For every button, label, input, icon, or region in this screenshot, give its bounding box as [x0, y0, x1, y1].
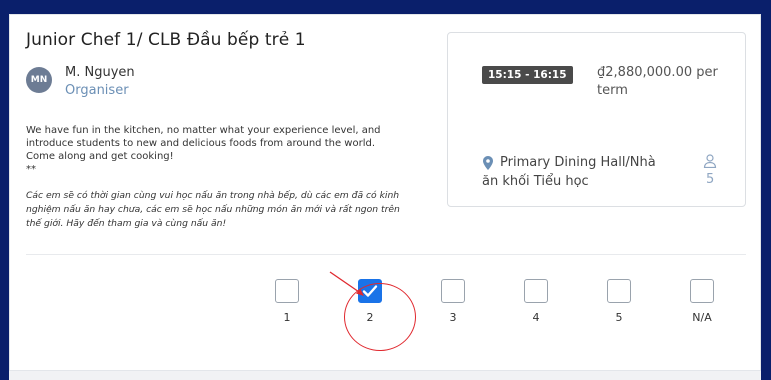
capacity-count: 5 — [706, 172, 715, 187]
avatar: MN — [26, 67, 52, 93]
choice-checkbox[interactable] — [441, 279, 465, 303]
activity-info-box: 15:15 - 16:15 ₫2,880,000.00 per term Pri… — [447, 32, 746, 207]
activity-card: Junior Chef 1/ CLB Đầu bếp trẻ 1 MN M. N… — [9, 14, 761, 371]
organiser-name: M. Nguyen — [65, 65, 135, 80]
choice-label: 2 — [366, 311, 374, 324]
description-vi-line: nghiệm nấu ăn hay chưa, các em sẽ học nấ… — [26, 204, 400, 215]
choice-4[interactable]: 4 — [521, 279, 551, 324]
person-icon — [703, 154, 717, 168]
choice-label: 4 — [532, 311, 540, 324]
choice-checkbox-checked[interactable] — [358, 279, 382, 303]
choice-label: 1 — [283, 311, 291, 324]
description-vi-line: thế giới. Hãy đến tham gia và cùng nấu ă… — [26, 218, 227, 229]
next-card-edge — [9, 371, 761, 380]
choice-3[interactable]: 3 — [438, 279, 468, 324]
description-en: We have fun in the kitchen, no matter wh… — [26, 124, 426, 176]
description-en-line: We have fun in the kitchen, no matter wh… — [26, 125, 381, 136]
price: ₫2,880,000.00 per term — [597, 65, 718, 98]
divider — [26, 254, 746, 255]
choice-2[interactable]: 2 — [355, 279, 385, 324]
description-en-line: ** — [26, 164, 36, 175]
time-badge: 15:15 - 16:15 — [482, 66, 573, 84]
choice-checkbox[interactable] — [275, 279, 299, 303]
choice-na[interactable]: N/A — [687, 279, 717, 324]
description-vi: Các em sẽ có thời gian cùng vui học nấu … — [26, 189, 428, 231]
checkmark-icon — [362, 285, 378, 297]
description-vi-line: Các em sẽ có thời gian cùng vui học nấu … — [26, 190, 400, 201]
choice-checkbox[interactable] — [524, 279, 548, 303]
choice-checkbox[interactable] — [690, 279, 714, 303]
choice-5[interactable]: 5 — [604, 279, 634, 324]
choice-1[interactable]: 1 — [272, 279, 302, 324]
activity-title: Junior Chef 1/ CLB Đầu bếp trẻ 1 — [26, 30, 306, 50]
description-en-line: introduce students to new and delicious … — [26, 138, 375, 149]
choice-checkbox[interactable] — [607, 279, 631, 303]
choice-label: 3 — [449, 311, 457, 324]
description-en-line: Come along and get cooking! — [26, 151, 174, 162]
choice-label: N/A — [692, 311, 712, 324]
choice-label: 5 — [615, 311, 623, 324]
organiser-role: Organiser — [65, 83, 129, 98]
location: Primary Dining Hall/Nhà ăn khối Tiểu học — [482, 155, 656, 189]
